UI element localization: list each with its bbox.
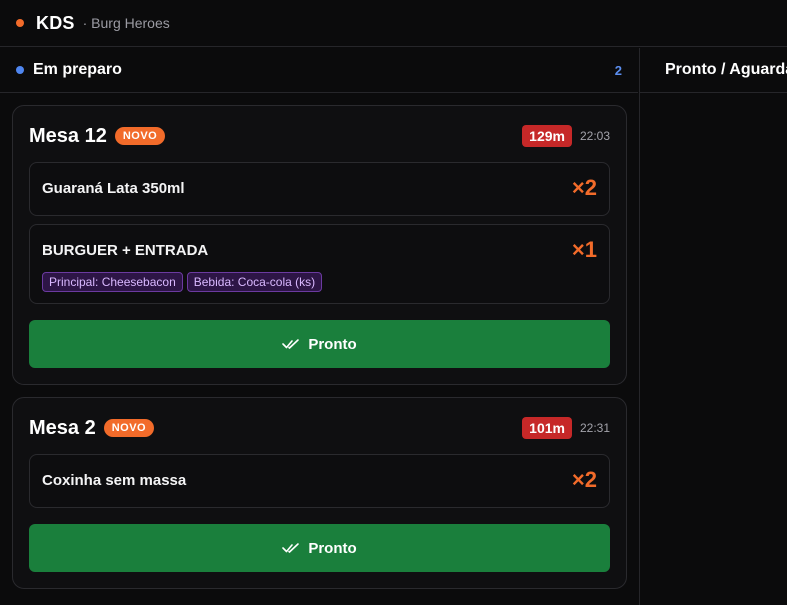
order-card: Mesa 12 NOVO 129m 22:03 Guaraná Lata 350… (12, 105, 627, 385)
item-modifiers: Principal: Cheesebacon Bebida: Coca-cola… (42, 272, 323, 292)
mark-ready-label: Pronto (308, 335, 357, 353)
table-name: Mesa 12 (29, 124, 107, 147)
column-title: Pronto / Aguardando (665, 61, 787, 78)
order-item: BURGUER + ENTRADA ×1 Principal: Cheeseba… (29, 224, 610, 304)
item-quantity: ×1 (571, 237, 597, 262)
status-dot-icon (16, 19, 24, 27)
column-header: Em preparo 2 (0, 48, 638, 93)
column-in-preparation: Em preparo 2 Mesa 12 NOVO 129m 22:03 Gua… (0, 48, 638, 605)
column-count: 2 (614, 62, 622, 78)
app-header: KDS · Burg Heroes (0, 0, 787, 47)
mark-ready-button[interactable]: Pronto (29, 524, 610, 572)
item-quantity: ×2 (571, 467, 597, 492)
item-name: Guaraná Lata 350ml (42, 180, 185, 197)
column-title: Em preparo (33, 61, 122, 78)
table-name: Mesa 2 (29, 416, 96, 439)
order-header: Mesa 2 NOVO 101m 22:31 (29, 416, 610, 440)
order-card: Mesa 2 NOVO 101m 22:31 Coxinha sem massa… (12, 397, 627, 589)
order-item: Coxinha sem massa ×2 (29, 454, 610, 508)
item-name: Coxinha sem massa (42, 472, 187, 489)
store-name: · Burg Heroes (82, 15, 170, 31)
double-check-icon (282, 543, 300, 553)
new-badge: NOVO (114, 127, 166, 145)
app-title: KDS (36, 12, 75, 33)
order-time: 22:31 (579, 421, 610, 435)
modifier-tag: Principal: Cheesebacon (42, 272, 183, 292)
modifier-tag: Bebida: Coca-cola (ks) (186, 272, 323, 292)
item-quantity: ×2 (571, 175, 597, 200)
order-header: Mesa 12 NOVO 129m 22:03 (29, 124, 610, 148)
mark-ready-label: Pronto (308, 539, 357, 557)
column-status-dot-icon (16, 66, 24, 74)
new-badge: NOVO (103, 419, 155, 437)
item-name: BURGUER + ENTRADA (42, 242, 209, 259)
elapsed-time-badge: 129m (522, 125, 572, 147)
order-item: Guaraná Lata 350ml ×2 (29, 162, 610, 216)
double-check-icon (282, 339, 300, 349)
order-time: 22:03 (579, 129, 610, 143)
column-header: Pronto / Aguardando (640, 48, 787, 93)
mark-ready-button[interactable]: Pronto (29, 320, 610, 368)
elapsed-time-badge: 101m (522, 417, 572, 439)
column-ready: Pronto / Aguardando (639, 48, 787, 605)
